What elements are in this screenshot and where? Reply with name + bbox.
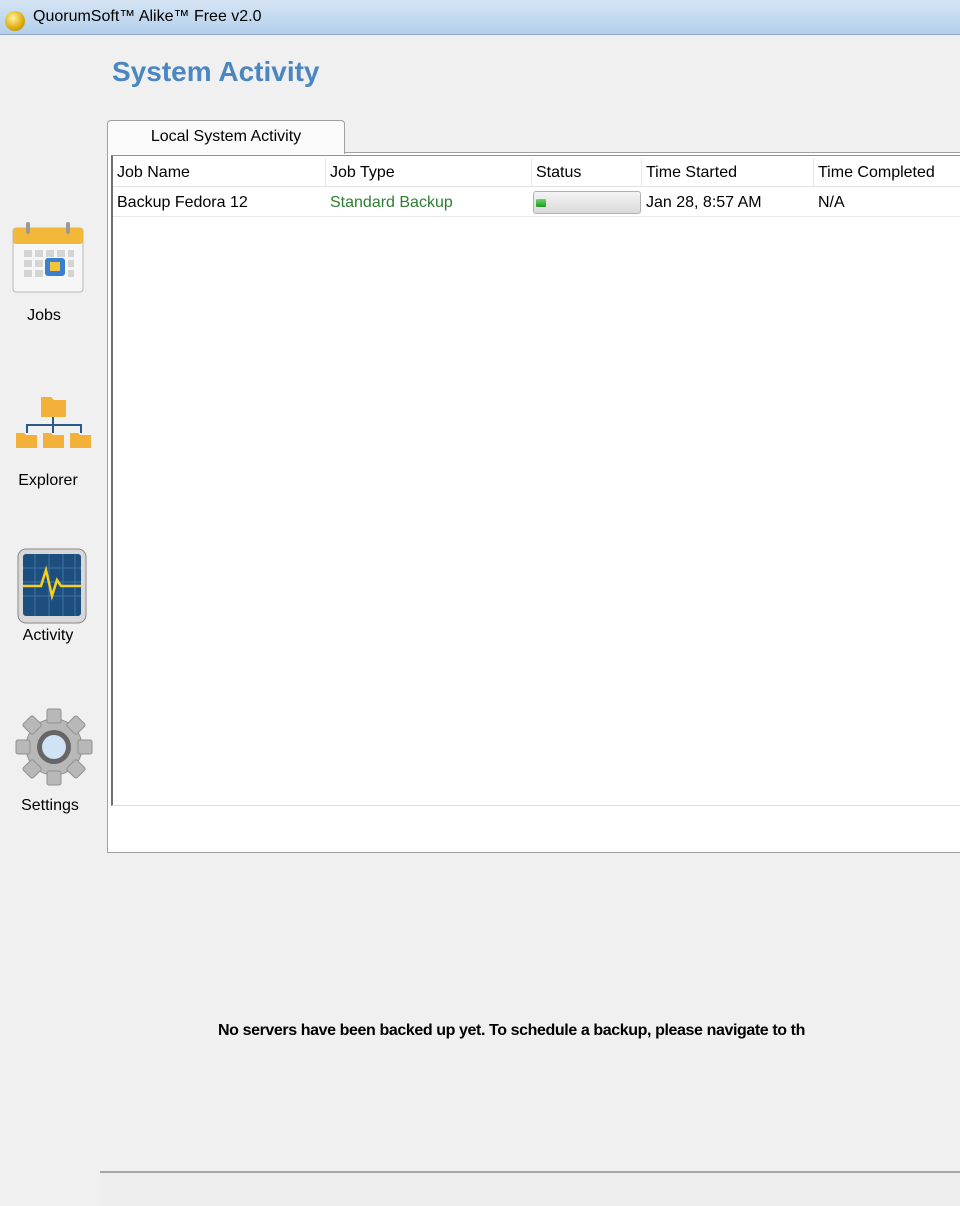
column-header-job-type[interactable]: Job Type: [326, 158, 532, 187]
job-progress-fill: [536, 199, 547, 207]
cell-time-completed: N/A: [814, 188, 960, 217]
status-bar: [100, 1171, 960, 1206]
gear-icon: [15, 708, 93, 786]
job-progress-bar: [533, 191, 641, 214]
sidebar-label-settings: Settings: [21, 797, 79, 814]
title-bar: QuorumSoft™ Alike™ Free v2.0: [0, 0, 960, 35]
sidebar-item-explorer[interactable]: Explorer: [0, 390, 100, 500]
calendar-icon: [12, 222, 84, 293]
column-header-job-name[interactable]: Job Name: [113, 158, 326, 187]
activity-panel: Job Name Job Type Status Time Started Ti…: [107, 152, 960, 853]
column-header-time-completed[interactable]: Time Completed: [814, 158, 960, 187]
no-backups-message: No servers have been backed up yet. To s…: [218, 1022, 805, 1039]
column-header-time-started[interactable]: Time Started: [642, 158, 814, 187]
cell-time-started: Jan 28, 8:57 AM: [642, 188, 814, 217]
cell-job-type: Standard Backup: [326, 188, 532, 217]
jobs-table: Job Name Job Type Status Time Started Ti…: [111, 155, 960, 806]
cell-job-name: Backup Fedora 12: [113, 188, 326, 217]
sidebar-label-activity: Activity: [22, 627, 74, 644]
tab-local-system-activity[interactable]: Local System Activity: [107, 120, 345, 154]
app-icon: [5, 11, 25, 31]
column-header-status[interactable]: Status: [532, 158, 642, 187]
folder-tree-icon: [16, 397, 91, 448]
sidebar-item-activity[interactable]: Activity: [0, 545, 100, 650]
window-title: QuorumSoft™ Alike™ Free v2.0: [33, 8, 262, 25]
sidebar-item-settings[interactable]: Settings: [0, 705, 100, 820]
activity-monitor-icon: [17, 548, 87, 624]
sidebar-label-jobs: Jobs: [27, 307, 61, 324]
sidebar-item-jobs[interactable]: Jobs: [0, 215, 100, 330]
sidebar-label-explorer: Explorer: [18, 472, 78, 489]
page-title: System Activity: [112, 56, 320, 87]
